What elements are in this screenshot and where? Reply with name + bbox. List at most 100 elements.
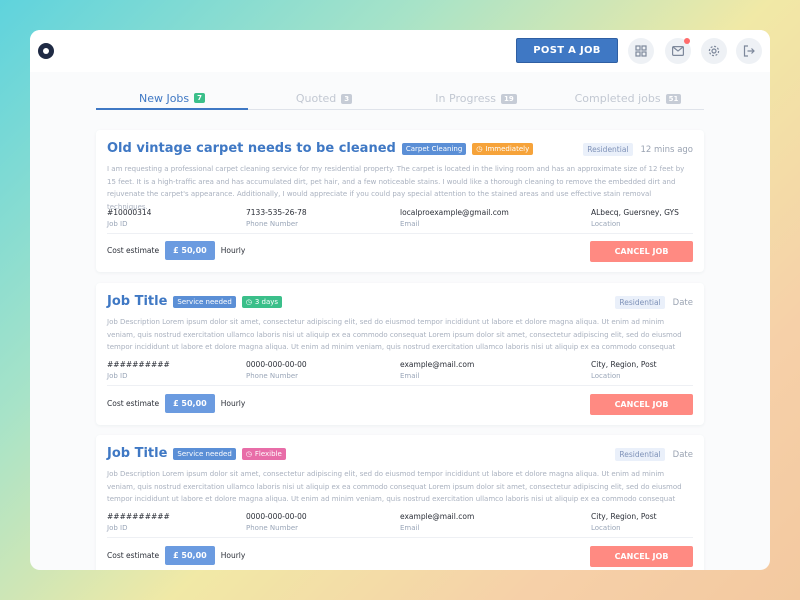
job-tabs: New Jobs 7 Quoted 3 In Progress 19 Compl… [96,88,704,110]
job-description: I am requesting a professional carpet cl… [107,165,685,211]
job-card[interactable]: Job Title Service needed ◷ 3 days Reside… [96,283,704,425]
card-divider [107,385,693,386]
job-description: Job Description Lorem ipsum dolor sit am… [107,470,682,503]
job-id-label: Job ID [107,372,128,380]
location-field: City, Region, Post Location [591,360,657,380]
location-label: Location [591,372,621,380]
cost-estimate-row: Cost estimate £ 50,00 Hourly [107,394,245,413]
email-field: example@mail.com Email [400,512,474,532]
urgency-tag: ◷ Flexible [241,447,286,460]
cancel-job-button[interactable]: CANCEL JOB [590,241,693,262]
job-id-value: ########## [107,360,170,369]
card-divider [107,537,693,538]
phone-value: 7133-535-26-78 [246,208,307,217]
phone-label: Phone Number [246,372,299,380]
property-type-badge: Residential [615,448,665,461]
tab-count-badge: 7 [194,93,206,103]
price-badge: £ 50,00 [165,394,215,413]
phone-label: Phone Number [246,220,299,228]
urgency-label: 3 days [254,297,279,306]
notification-dot [684,38,690,44]
phone-field: 7133-535-26-78 Phone Number [246,208,307,228]
location-pin-icon[interactable] [38,43,54,59]
tab-label: Completed jobs [574,92,661,105]
top-bar: POST A JOB [30,30,770,72]
job-title[interactable]: Job Title [107,446,167,461]
tab-count-badge: 51 [665,93,682,104]
job-id-value: ########## [107,512,170,521]
job-id-field: ########## Job ID [107,512,170,532]
tab-new-jobs[interactable]: New Jobs 7 [96,88,248,110]
service-tag: Service needed [173,447,236,460]
rate-label: Hourly [220,246,246,255]
tab-count-badge: 19 [500,93,517,104]
cost-label: Cost estimate [107,399,160,408]
logout-icon[interactable] [736,38,762,64]
phone-field: 0000-000-00-00 Phone Number [246,512,307,532]
tab-count-badge: 3 [341,93,353,104]
cost-estimate-row: Cost estimate £ 50,00 Hourly [107,241,245,260]
email-label: Email [400,372,420,380]
phone-value: 0000-000-00-00 [246,360,307,369]
email-label: Email [400,220,420,228]
email-label: Email [400,524,420,532]
mail-icon[interactable] [665,38,691,64]
phone-value: 0000-000-00-00 [246,512,307,521]
urgency-tag: ◷ Immediately [472,142,534,155]
urgency-label: Immediately [485,144,530,153]
clock-icon: ◷ [245,449,252,458]
posted-time: Date [672,297,693,308]
card-divider [107,233,693,234]
tab-in-progress[interactable]: In Progress 19 [400,88,552,109]
location-value: ALbecq, Guersney, GYS [591,208,679,217]
job-id-label: Job ID [107,220,128,228]
posted-time: Date [672,449,693,460]
job-card[interactable]: Job Title Service needed ◷ Flexible Resi… [96,435,704,570]
cancel-job-button[interactable]: CANCEL JOB [590,546,693,567]
urgency-label: Flexible [254,449,282,458]
tab-label: In Progress [435,92,496,105]
location-label: Location [591,524,621,532]
phone-label: Phone Number [246,524,299,532]
urgency-tag: ◷ 3 days [241,295,283,308]
price-badge: £ 50,00 [165,241,215,260]
grid-icon[interactable] [628,38,654,64]
job-card[interactable]: Old vintage carpet needs to be cleaned C… [96,130,704,272]
job-title[interactable]: Job Title [107,294,167,309]
job-description: Job Description Lorem ipsum dolor sit am… [107,318,682,351]
service-tag: Carpet Cleaning [401,142,467,155]
job-id-label: Job ID [107,524,128,532]
tab-label: New Jobs [138,91,190,105]
cost-estimate-row: Cost estimate £ 50,00 Hourly [107,546,245,565]
clock-icon: ◷ [476,144,483,153]
cancel-job-button[interactable]: CANCEL JOB [590,394,693,415]
job-id-value: #10000314 [107,208,152,217]
tab-quoted[interactable]: Quoted 3 [248,88,400,109]
email-value: localproexample@gmail.com [400,208,509,217]
tab-label: Quoted [295,92,337,105]
service-tag: Service needed [173,295,236,308]
job-title[interactable]: Old vintage carpet needs to be cleaned [107,141,396,156]
rate-label: Hourly [220,551,246,560]
location-field: City, Region, Post Location [591,512,657,532]
job-id-field: ########## Job ID [107,360,170,380]
location-label: Location [591,220,621,228]
cost-label: Cost estimate [107,551,160,560]
email-field: localproexample@gmail.com Email [400,208,509,228]
settings-icon[interactable] [701,38,727,64]
email-value: example@mail.com [400,360,475,369]
location-value: City, Region, Post [591,512,657,521]
app-window: POST A JOB New Jobs 7 Quoted 3 In Progre… [30,30,770,570]
email-field: example@mail.com Email [400,360,474,380]
location-field: ALbecq, Guersney, GYS Location [591,208,679,228]
property-type-badge: Residential [583,143,633,156]
property-type-badge: Residential [615,296,665,309]
location-value: City, Region, Post [591,360,657,369]
email-value: example@mail.com [400,512,475,521]
clock-icon: ◷ [245,297,252,306]
post-job-button[interactable]: POST A JOB [516,38,618,63]
cost-label: Cost estimate [107,246,160,255]
posted-time: 12 mins ago [640,144,693,155]
tab-completed-jobs[interactable]: Completed jobs 51 [552,88,704,109]
phone-field: 0000-000-00-00 Phone Number [246,360,307,380]
